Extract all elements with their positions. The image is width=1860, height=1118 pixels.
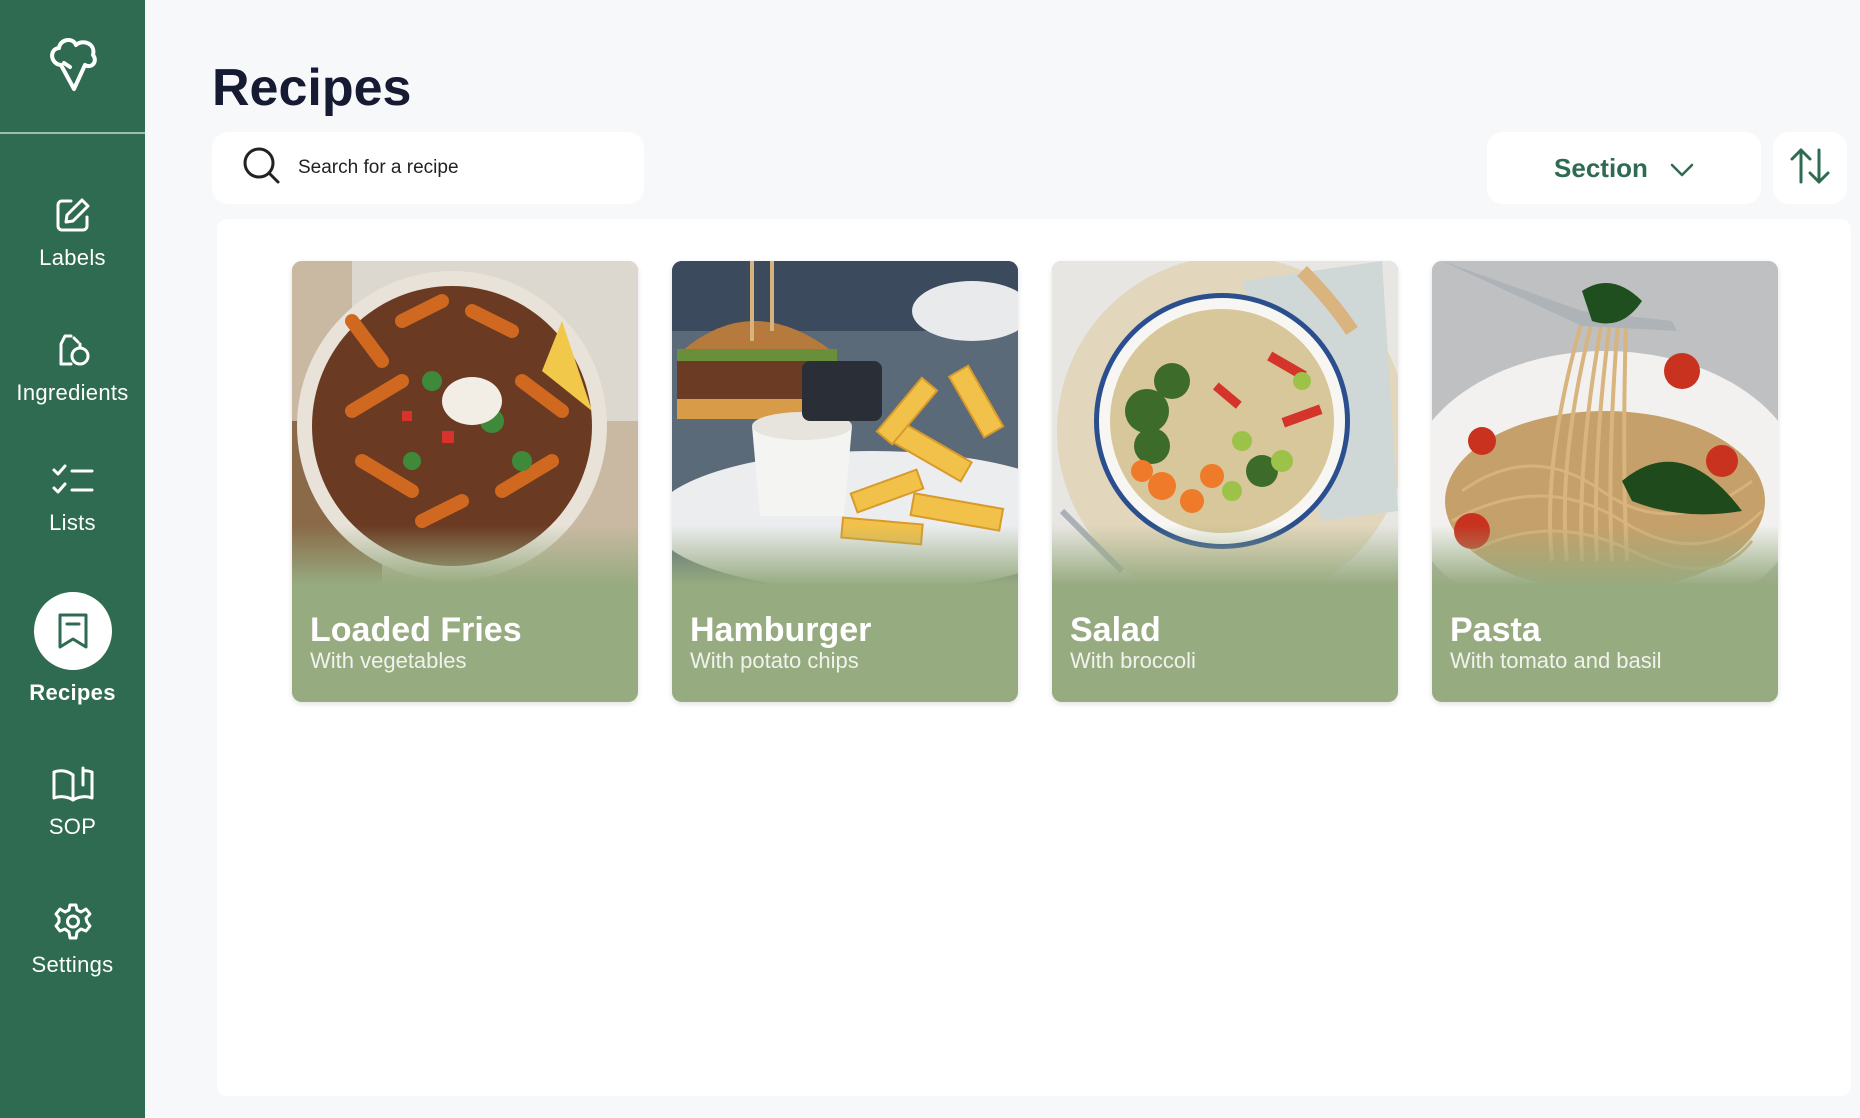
recipe-subtitle: With potato chips [690,648,859,673]
sidebar-item-recipes[interactable]: Recipes [0,592,145,706]
recipe-image [1052,261,1398,606]
checklist-icon [51,458,95,502]
recipe-subtitle: With tomato and basil [1450,648,1662,673]
edit-icon [51,193,95,237]
ingredients-icon [51,328,95,372]
book-icon [51,762,95,806]
recipe-title: Hamburger [690,611,872,649]
recipe-image [672,261,1018,591]
page-title: Recipes [212,59,412,117]
recipe-title: Loaded Fries [310,611,522,649]
sidebar-item-label: Labels [39,245,106,270]
sidebar-item-label: Recipes [29,680,116,705]
sidebar-item-ingredients[interactable]: Ingredients [0,328,145,406]
sidebar: Labels Ingredients Lists Recipes SOP Set… [0,0,145,1118]
recipe-subtitle: With vegetables [310,648,467,673]
recipe-title: Pasta [1450,611,1541,649]
sidebar-item-labels[interactable]: Labels [0,193,145,271]
recipe-image [1432,261,1778,631]
search-input[interactable] [298,157,618,179]
sidebar-item-label: Lists [49,510,96,535]
sidebar-item-label: Settings [31,952,114,977]
recipe-card-loaded-fries[interactable]: Loaded Fries With vegetables [292,261,638,702]
recipe-subtitle: With broccoli [1070,648,1196,673]
recipe-card-hamburger[interactable]: Hamburger With potato chips [672,261,1018,702]
bookmark-icon [33,592,112,670]
recipe-card-salad[interactable]: Salad With broccoli [1052,261,1398,702]
gear-icon [51,900,95,944]
section-dropdown[interactable]: Section [1487,132,1761,204]
sidebar-item-label: SOP [48,814,97,839]
recipe-title: Salad [1070,611,1161,649]
search-bar [212,132,644,204]
sidebar-item-label: Ingredients [16,380,129,405]
sort-button[interactable] [1773,132,1847,204]
chef-hat-logo-icon[interactable] [0,0,145,134]
sidebar-item-sop[interactable]: SOP [0,762,145,840]
chevron-down-icon [1670,153,1694,184]
search-icon [242,146,282,191]
app-root: Labels Ingredients Lists Recipes SOP Set… [0,0,1860,1118]
recipe-card-pasta[interactable]: Pasta With tomato and basil [1432,261,1778,702]
sidebar-item-settings[interactable]: Settings [0,900,145,978]
sidebar-item-lists[interactable]: Lists [0,458,145,536]
recipe-image [292,261,638,585]
sort-arrows-icon [1789,147,1831,190]
section-dropdown-label: Section [1554,152,1648,183]
